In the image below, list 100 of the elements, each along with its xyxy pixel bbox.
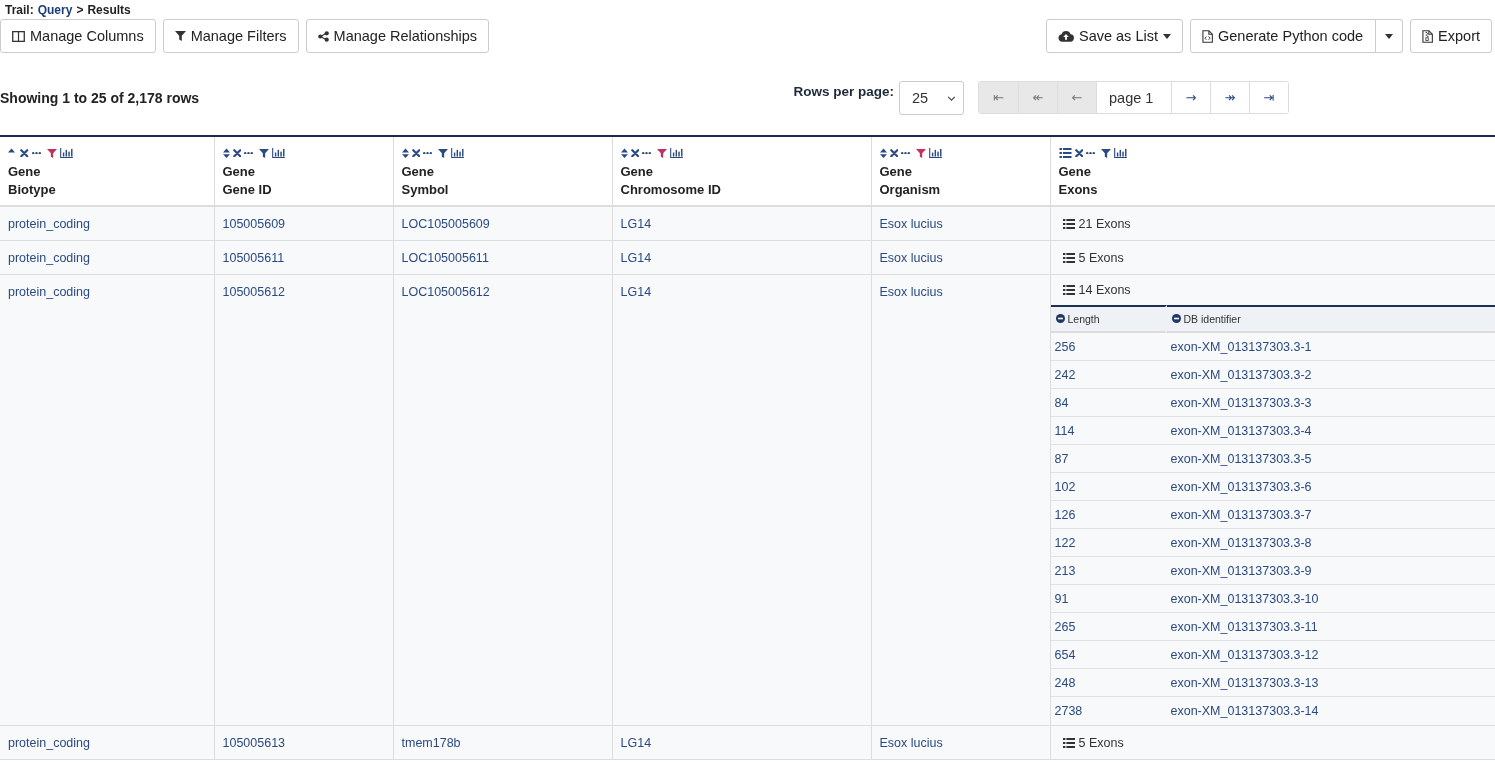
cell-link[interactable]: exon-XM_013137303.3-7 <box>1170 507 1312 522</box>
cell-link[interactable]: 105005613 <box>222 736 286 750</box>
subcolumn-header: DB identifier <box>1183 311 1241 326</box>
cell-link[interactable]: protein_coding <box>8 285 90 299</box>
cell-link[interactable]: Esox lucius <box>879 736 943 750</box>
cell-link[interactable]: LG14 <box>620 217 652 231</box>
bar-chart-icon[interactable] <box>272 148 285 158</box>
cell-link[interactable]: Esox lucius <box>879 251 943 265</box>
sort-icon[interactable] <box>620 147 628 159</box>
filter-icon[interactable] <box>259 148 269 158</box>
close-icon[interactable] <box>1074 148 1083 158</box>
close-icon[interactable] <box>889 148 898 158</box>
sort-ascending-icon[interactable] <box>8 148 15 153</box>
cell-link[interactable]: exon-XM_013137303.3-14 <box>1170 704 1319 718</box>
ellipsis-icon[interactable] <box>244 151 253 155</box>
cell-link[interactable]: LOC105005612 <box>401 285 490 299</box>
cell-link[interactable]: LG14 <box>620 285 652 299</box>
cell-link[interactable]: exon-XM_013137303.3-5 <box>1170 451 1312 466</box>
cell-link[interactable]: 265 <box>1054 619 1076 634</box>
bar-chart-icon[interactable] <box>670 148 683 158</box>
cell-link[interactable]: 126 <box>1054 507 1076 522</box>
cell-link[interactable]: 105005609 <box>222 217 286 231</box>
cell-link[interactable]: 2738 <box>1054 704 1083 718</box>
cell-link[interactable]: protein_coding <box>8 251 90 265</box>
cell-link[interactable]: 102 <box>1054 479 1076 494</box>
minus-circle-icon[interactable] <box>1171 314 1181 324</box>
bar-chart-icon[interactable] <box>451 148 464 158</box>
generate-python-code-button[interactable]: Generate Python code <box>1189 19 1377 53</box>
cell-link[interactable]: exon-XM_013137303.3-13 <box>1170 675 1319 690</box>
list-icon[interactable] <box>1058 148 1072 158</box>
export-button[interactable]: Export <box>1410 19 1492 53</box>
cell-link[interactable]: protein_coding <box>8 217 90 231</box>
last-page-button[interactable]: ⇥ <box>1249 82 1288 113</box>
column-group-label: Gene <box>620 163 654 181</box>
cell-link[interactable]: 122 <box>1054 535 1076 550</box>
close-icon[interactable] <box>411 148 420 158</box>
manage-relationships-button[interactable]: Manage Relationships <box>305 19 490 53</box>
cell-link[interactable]: LOC105005611 <box>401 251 489 265</box>
cell-link[interactable]: LG14 <box>620 251 652 265</box>
bar-chart-icon[interactable] <box>929 148 942 158</box>
breadcrumb-link[interactable]: Query <box>37 3 73 17</box>
cell-link[interactable]: exon-XM_013137303.3-4 <box>1170 423 1312 438</box>
ellipsis-icon[interactable] <box>423 151 432 155</box>
close-icon[interactable] <box>630 148 639 158</box>
column-header: Symbol <box>401 181 450 199</box>
bar-chart-icon[interactable] <box>1114 148 1127 158</box>
filter-icon[interactable] <box>1101 148 1111 158</box>
cell-link[interactable]: 87 <box>1054 451 1069 466</box>
cell-link[interactable]: LG14 <box>620 736 652 750</box>
exons-toggle[interactable]: 21 Exons <box>1050 207 1143 240</box>
cell-link[interactable]: 654 <box>1054 647 1076 662</box>
cell-link[interactable]: LOC105005609 <box>401 217 490 231</box>
manage-filters-button[interactable]: Manage Filters <box>162 19 299 53</box>
sort-icon[interactable] <box>401 147 409 159</box>
cell-link[interactable]: 242 <box>1054 367 1076 382</box>
ellipsis-icon[interactable] <box>642 151 651 155</box>
sort-icon[interactable] <box>879 147 887 159</box>
cell-link[interactable]: tmem178b <box>401 736 461 750</box>
cell-link[interactable]: protein_coding <box>8 736 90 750</box>
close-icon[interactable] <box>232 148 241 158</box>
rows-per-page-select[interactable]: 25 <box>899 81 964 115</box>
cell-link[interactable]: exon-XM_013137303.3-12 <box>1170 647 1319 662</box>
cell-link[interactable]: 248 <box>1054 675 1076 690</box>
cell-link[interactable]: Esox lucius <box>879 285 943 299</box>
cell-link[interactable]: exon-XM_013137303.3-10 <box>1170 591 1319 606</box>
cell-link[interactable]: exon-XM_013137303.3-3 <box>1170 395 1312 410</box>
cell-link[interactable]: 105005611 <box>222 251 285 265</box>
column-group-label: Gene <box>1058 163 1092 181</box>
save-as-list-button[interactable]: Save as List <box>1045 19 1183 53</box>
filter-icon[interactable] <box>46 148 57 158</box>
cell-link[interactable]: 114 <box>1054 423 1075 438</box>
filter-icon[interactable] <box>438 148 448 158</box>
ellipsis-icon[interactable] <box>901 151 910 155</box>
close-icon[interactable] <box>20 148 29 158</box>
cell-link[interactable]: exon-XM_013137303.3-1 <box>1170 339 1312 354</box>
ellipsis-icon[interactable] <box>1086 151 1095 155</box>
ellipsis-icon[interactable] <box>31 151 41 155</box>
exons-toggle[interactable]: 5 Exons <box>1050 241 1136 274</box>
bar-chart-icon[interactable] <box>59 148 73 158</box>
filter-icon[interactable] <box>916 148 926 158</box>
list-icon <box>1062 738 1075 748</box>
minus-circle-icon[interactable] <box>1055 314 1065 324</box>
manage-columns-button[interactable]: Manage Columns <box>0 19 156 53</box>
cell-link[interactable]: 213 <box>1054 563 1076 578</box>
exons-toggle[interactable]: 14 Exons <box>1050 275 1143 305</box>
exons-toggle[interactable]: 5 Exons <box>1050 726 1136 759</box>
cell-link[interactable]: 84 <box>1054 395 1069 410</box>
filter-icon[interactable] <box>657 148 667 158</box>
cell-link[interactable]: 105005612 <box>222 285 286 299</box>
cell-link[interactable]: Esox lucius <box>879 217 943 231</box>
cell-link[interactable]: exon-XM_013137303.3-11 <box>1170 619 1318 634</box>
dropdown-button[interactable] <box>1376 19 1404 53</box>
sort-icon[interactable] <box>222 147 230 159</box>
cell-link[interactable]: exon-XM_013137303.3-2 <box>1170 367 1312 382</box>
cell-link[interactable]: 256 <box>1054 339 1076 354</box>
filter-icon <box>174 31 186 41</box>
cell-link[interactable]: exon-XM_013137303.3-8 <box>1170 535 1312 550</box>
cell-link[interactable]: exon-XM_013137303.3-6 <box>1170 479 1312 494</box>
cell-link[interactable]: exon-XM_013137303.3-9 <box>1170 563 1312 578</box>
cell-link[interactable]: 91 <box>1054 591 1069 606</box>
